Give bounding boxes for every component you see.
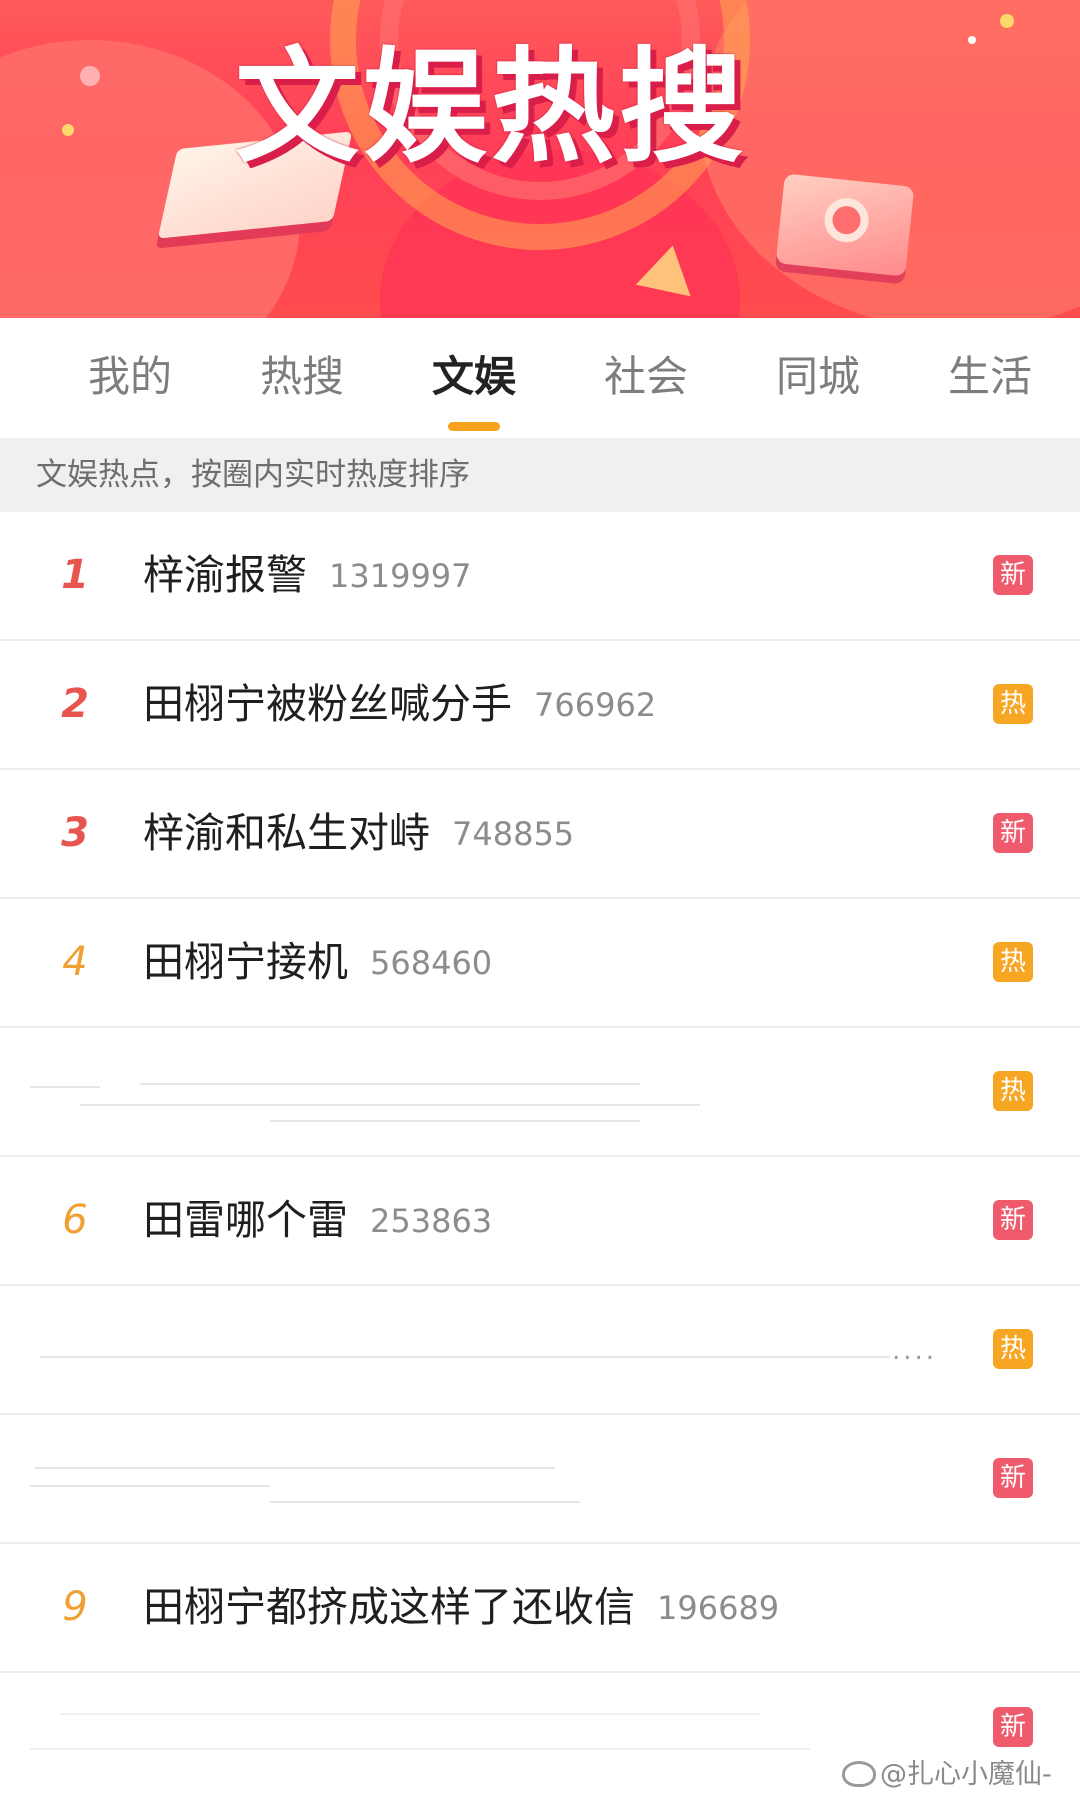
rank-number: 9 — [62, 1584, 88, 1630]
tab-local[interactable]: 同城 — [743, 352, 893, 402]
tab-society[interactable]: 社会 — [571, 352, 721, 402]
redacted-stroke — [30, 1748, 810, 1750]
redacted-stroke — [30, 1485, 270, 1487]
heat-count: 196689 — [657, 1589, 780, 1627]
new-badge: 新 — [993, 1458, 1033, 1498]
new-badge: 新 — [993, 1707, 1033, 1747]
banner: 文娱热搜 — [0, 0, 1080, 318]
category-tabs: 我的 热搜 文娱 社会 同城 生活 — [0, 318, 1080, 438]
list-item-redacted[interactable]: 新 — [0, 1415, 1080, 1544]
rank-number: 4 — [62, 939, 88, 985]
hot-badge: 热 — [993, 1329, 1033, 1369]
active-tab-indicator — [448, 422, 500, 431]
rank-number: 6 — [62, 1197, 88, 1243]
list-item[interactable]: 6 田雷哪个雷 253863 新 — [0, 1157, 1080, 1286]
list-item[interactable]: 4 田栩宁接机 568460 热 — [0, 899, 1080, 1028]
redacted-stroke — [80, 1104, 700, 1106]
hot-badge: 热 — [993, 1071, 1033, 1111]
topic-title[interactable]: 田栩宁接机 568460 — [143, 929, 492, 996]
camera-illustration-icon — [775, 173, 915, 277]
sparkle-dot — [968, 36, 976, 44]
topic-title-text: 田雷哪个雷 — [143, 1196, 348, 1244]
new-badge: 新 — [993, 555, 1033, 595]
redacted-stroke — [140, 1083, 640, 1085]
hot-search-list: 1 梓渝报警 1319997 新 2 田栩宁被粉丝喊分手 766962 热 3 梓渝… — [0, 512, 1080, 1802]
truncation-ellipsis: .... — [892, 1336, 938, 1366]
topic-title[interactable]: 梓渝和私生对峙 748855 — [143, 800, 574, 867]
tab-hot-search[interactable]: 热搜 — [227, 352, 377, 402]
tab-entertainment[interactable]: 文娱 — [399, 352, 549, 402]
list-item-redacted[interactable]: .... 热 — [0, 1286, 1080, 1415]
tab-life[interactable]: 生活 — [915, 352, 1065, 402]
rank-number: 3 — [61, 810, 89, 856]
watermark-text: @扎心小魔仙- — [880, 1759, 1052, 1790]
topic-title[interactable]: 田栩宁被粉丝喊分手 766962 — [143, 671, 656, 738]
list-item[interactable]: 9 田栩宁都挤成这样了还收信 196689 — [0, 1544, 1080, 1673]
redacted-stroke — [40, 1356, 890, 1358]
heat-count: 766962 — [534, 686, 657, 724]
new-badge: 新 — [993, 1200, 1033, 1240]
list-subheader: 文娱热点，按圈内实时热度排序 — [0, 438, 1080, 512]
heat-count: 748855 — [452, 815, 575, 853]
hot-badge: 热 — [993, 942, 1033, 982]
weibo-watermark: @扎心小魔仙- — [842, 1758, 1052, 1792]
redacted-stroke — [35, 1467, 555, 1469]
heat-count: 1319997 — [329, 557, 472, 595]
topic-title[interactable]: 梓渝报警 1319997 — [143, 542, 472, 609]
topic-title-text: 田栩宁都挤成这样了还收信 — [143, 1583, 635, 1631]
camera-lens — [822, 195, 871, 245]
heat-count: 568460 — [370, 944, 493, 982]
sparkle-dot — [1000, 14, 1014, 28]
redacted-stroke — [30, 1086, 100, 1088]
hot-badge: 热 — [993, 684, 1033, 724]
redacted-stroke — [270, 1120, 640, 1122]
weibo-logo-icon — [842, 1761, 876, 1787]
heat-count: 253863 — [370, 1202, 493, 1240]
topic-title[interactable]: 田雷哪个雷 253863 — [143, 1187, 492, 1254]
topic-title-text: 田栩宁接机 — [143, 938, 348, 986]
rank-number: 1 — [61, 552, 89, 598]
rank-number: 2 — [61, 681, 89, 727]
topic-title-text: 梓渝报警 — [143, 551, 307, 599]
banner-title: 文娱热搜 — [235, 36, 748, 180]
list-item-redacted[interactable]: 热 — [0, 1028, 1080, 1157]
list-item[interactable]: 1 梓渝报警 1319997 新 — [0, 512, 1080, 641]
list-item[interactable]: 3 梓渝和私生对峙 748855 新 — [0, 770, 1080, 899]
topic-title[interactable]: 田栩宁都挤成这样了还收信 196689 — [143, 1574, 779, 1641]
redacted-stroke — [60, 1713, 760, 1715]
redacted-stroke — [270, 1501, 580, 1503]
topic-title-text: 田栩宁被粉丝喊分手 — [143, 680, 512, 728]
list-item[interactable]: 2 田栩宁被粉丝喊分手 766962 热 — [0, 641, 1080, 770]
new-badge: 新 — [993, 813, 1033, 853]
tab-mine[interactable]: 我的 — [55, 352, 205, 402]
sparkle-dot — [80, 66, 100, 86]
sparkle-dot — [62, 124, 74, 136]
topic-title-text: 梓渝和私生对峙 — [143, 809, 430, 857]
